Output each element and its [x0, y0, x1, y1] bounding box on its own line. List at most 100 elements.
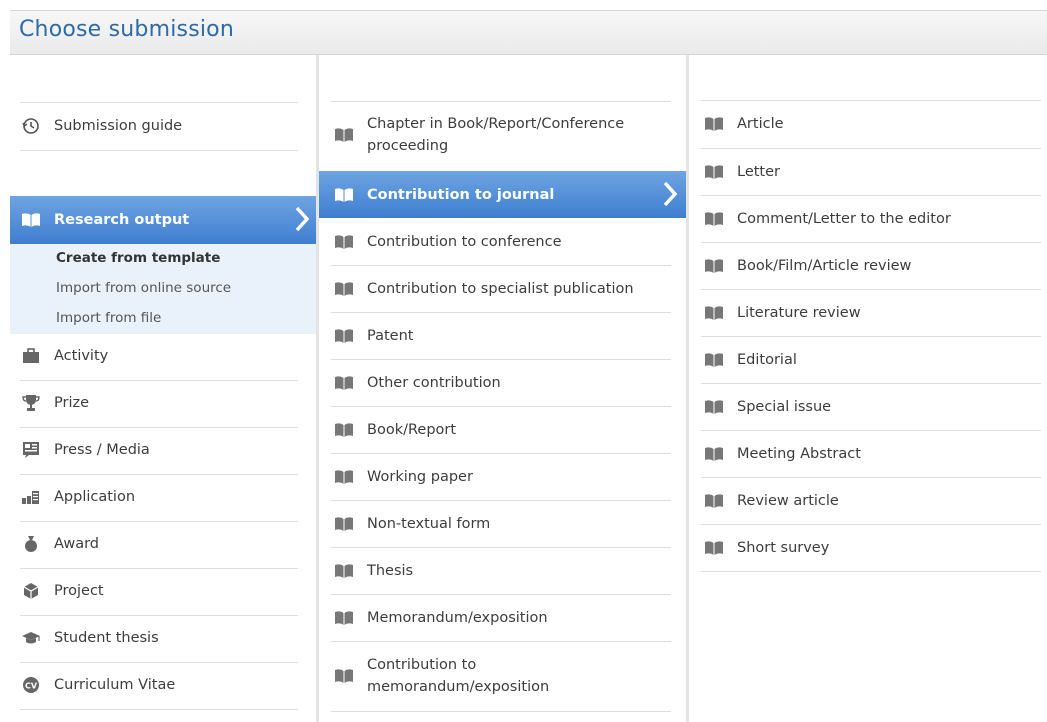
short-survey-item[interactable]: Short survey: [703, 524, 1029, 571]
book-icon: [333, 610, 355, 626]
project-item[interactable]: Project: [20, 568, 298, 614]
student-thesis-item[interactable]: Student thesis: [20, 615, 298, 661]
research-output-label: Research output: [54, 212, 190, 228]
page-title: Choose submission: [19, 17, 234, 42]
book-icon: [703, 164, 725, 180]
research-output-submenu: Create from template Import from online …: [10, 244, 316, 334]
memo-label-line1: Contribution to: [367, 657, 477, 673]
book-icon: [703, 446, 725, 462]
dialog-header: Choose submission: [10, 10, 1047, 55]
chapter-label-line1: Chapter in Book/Report/Conference: [367, 116, 625, 132]
history-icon: [20, 117, 42, 135]
book-film-review-item[interactable]: Book/Film/Article review: [703, 242, 1029, 289]
chevron-right-icon: [662, 181, 678, 211]
activity-item[interactable]: Activity: [20, 333, 298, 379]
contribution-to-memorandum-item[interactable]: Contribution to memorandum/exposition: [333, 654, 669, 698]
letter-item[interactable]: Letter: [703, 148, 1029, 195]
prize-label: Prize: [54, 395, 90, 411]
working-paper-item[interactable]: Working paper: [333, 453, 669, 500]
working-paper-label: Working paper: [367, 468, 473, 485]
patent-item[interactable]: Patent: [333, 312, 669, 359]
book-icon: [703, 399, 725, 415]
patent-label: Patent: [367, 327, 414, 344]
special-issue-label: Special issue: [737, 398, 832, 415]
book-icon: [333, 328, 355, 344]
trophy-icon: [20, 394, 42, 412]
thesis-item[interactable]: Thesis: [333, 547, 669, 594]
svg-text:CV: CV: [25, 682, 38, 691]
memo-label-line2: memorandum/exposition: [367, 679, 550, 695]
divider: [331, 101, 671, 102]
divider: [20, 150, 298, 151]
curriculum-vitae-item[interactable]: CV Curriculum Vitae: [20, 662, 298, 708]
book-icon: [703, 305, 725, 321]
import-from-file-link[interactable]: Import from file: [56, 310, 161, 326]
book-icon: [333, 281, 355, 297]
letter-label: Letter: [737, 163, 780, 180]
book-icon: [333, 187, 355, 203]
review-article-item[interactable]: Review article: [703, 477, 1029, 524]
award-label: Award: [54, 536, 99, 552]
special-issue-item[interactable]: Special issue: [703, 383, 1029, 430]
editorial-label: Editorial: [737, 351, 797, 368]
application-item[interactable]: Application: [20, 474, 298, 520]
curriculum-vitae-label: Curriculum Vitae: [54, 677, 176, 693]
divider: [701, 571, 1041, 572]
submission-guide-item[interactable]: Submission guide: [20, 103, 298, 149]
non-textual-form-item[interactable]: Non-textual form: [333, 500, 669, 547]
submission-guide-label: Submission guide: [54, 118, 183, 134]
create-from-template-link[interactable]: Create from template: [56, 250, 220, 266]
project-label: Project: [54, 583, 104, 599]
book-icon: [703, 258, 725, 274]
book-icon: [703, 352, 725, 368]
book-film-review-label: Book/Film/Article review: [737, 257, 912, 274]
research-output-type-column: Chapter in Book/Report/Conference proceed…: [316, 55, 686, 722]
book-icon: [703, 116, 725, 132]
contribution-to-memorandum-label: Contribution to memorandum/exposition: [367, 654, 549, 698]
contribution-to-conference-item[interactable]: Contribution to conference: [333, 218, 669, 265]
book-icon: [333, 234, 355, 250]
article-item[interactable]: Article: [703, 101, 1029, 147]
research-output-item[interactable]: Research output: [10, 196, 316, 244]
chapter-in-book-item[interactable]: Chapter in Book/Report/Conference proceed…: [333, 113, 669, 157]
book-icon: [20, 212, 42, 228]
cv-badge-icon: CV: [20, 676, 42, 694]
editorial-item[interactable]: Editorial: [703, 336, 1029, 383]
other-contribution-label: Other contribution: [367, 374, 501, 391]
chapter-label-line2: proceeding: [367, 138, 449, 154]
book-icon: [333, 469, 355, 485]
newspaper-icon: [20, 441, 42, 459]
student-thesis-label: Student thesis: [54, 630, 159, 646]
article-label: Article: [737, 116, 784, 132]
contribution-to-journal-label: Contribution to journal: [367, 186, 555, 203]
book-icon: [333, 127, 355, 143]
contribution-to-journal-item[interactable]: Contribution to journal: [319, 171, 686, 218]
import-online-source-link[interactable]: Import from online source: [56, 280, 231, 296]
other-contribution-item[interactable]: Other contribution: [333, 359, 669, 406]
book-icon: [333, 516, 355, 532]
cube-icon: [20, 582, 42, 600]
specialist-publication-item[interactable]: Contribution to specialist publication: [333, 265, 669, 312]
memorandum-exposition-item[interactable]: Memorandum/exposition: [333, 594, 669, 641]
memorandum-exposition-label: Memorandum/exposition: [367, 609, 548, 626]
divider: [331, 641, 671, 642]
non-textual-form-label: Non-textual form: [367, 515, 491, 532]
bar-chart-icon: [20, 489, 42, 505]
chevron-right-icon: [294, 206, 310, 236]
press-media-item[interactable]: Press / Media: [20, 427, 298, 473]
literature-review-item[interactable]: Literature review: [703, 289, 1029, 336]
meeting-abstract-item[interactable]: Meeting Abstract: [703, 430, 1029, 477]
book-icon: [703, 540, 725, 556]
book-report-item[interactable]: Book/Report: [333, 406, 669, 453]
graduation-cap-icon: [20, 631, 42, 645]
journal-type-column: Article Letter Comment/Letter to the edi…: [686, 55, 1047, 722]
prize-item[interactable]: Prize: [20, 380, 298, 426]
award-item[interactable]: Award: [20, 521, 298, 567]
activity-label: Activity: [54, 348, 109, 364]
comment-letter-item[interactable]: Comment/Letter to the editor: [703, 195, 1029, 242]
briefcase-icon: [20, 348, 42, 364]
book-icon: [333, 668, 355, 684]
contribution-to-conference-label: Contribution to conference: [367, 233, 562, 250]
book-icon: [703, 493, 725, 509]
meeting-abstract-label: Meeting Abstract: [737, 445, 861, 462]
